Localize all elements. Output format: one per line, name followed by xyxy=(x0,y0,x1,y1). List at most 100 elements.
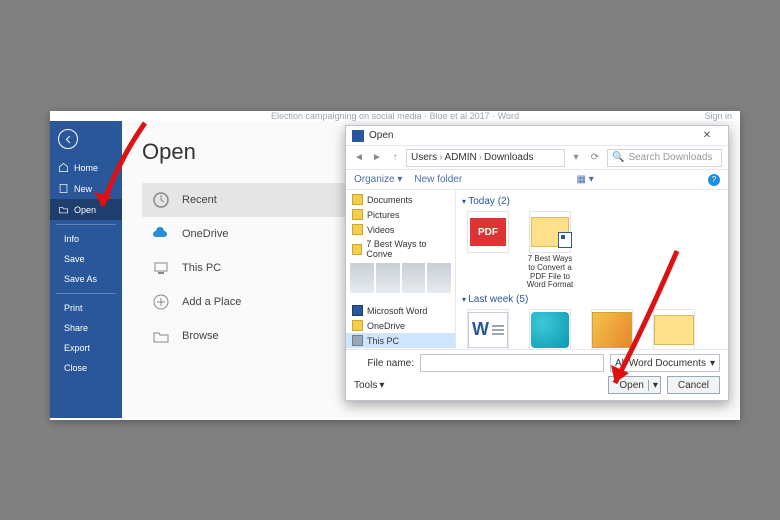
help-button[interactable]: ? xyxy=(708,174,720,186)
filename-label: File name: xyxy=(354,358,414,369)
sidebar-item-save[interactable]: Save xyxy=(50,249,122,269)
view-button[interactable]: ▦ ▾ xyxy=(576,174,593,185)
sidebar-item-export[interactable]: Export xyxy=(50,338,122,358)
tree-item[interactable]: OneDrive xyxy=(346,318,455,333)
breadcrumb-segment[interactable]: Downloads xyxy=(484,152,533,163)
recent-thumbnails xyxy=(350,263,451,293)
tree-item[interactable]: Pictures xyxy=(346,207,455,222)
sidebar-item-share[interactable]: Share xyxy=(50,318,122,338)
sidebar-item-home[interactable]: Home xyxy=(50,157,122,178)
backstage-sidebar: Home New Open InfoSaveSave As PrintShareEx… xyxy=(50,121,122,418)
nav-up-button[interactable]: ↑ xyxy=(388,151,402,165)
open-icon xyxy=(58,204,69,215)
folder-icon xyxy=(352,320,363,331)
home-icon xyxy=(58,162,69,173)
folder-icon xyxy=(352,224,363,235)
sidebar-item-print[interactable]: Print xyxy=(50,298,122,318)
place-label: Browse xyxy=(182,330,219,342)
dialog-bottom: File name: All Word Documents▾ Tools ▾ O… xyxy=(346,349,728,400)
file-item[interactable]: W xyxy=(462,309,514,349)
organize-button[interactable]: Organize ▾ xyxy=(354,174,402,185)
filename-input[interactable] xyxy=(420,354,604,372)
file-item[interactable] xyxy=(648,309,700,349)
close-button[interactable]: ✕ xyxy=(692,130,722,141)
nav-fwd-button[interactable]: ► xyxy=(370,151,384,165)
swirl-icon xyxy=(529,309,571,349)
tree-item[interactable]: 7 Best Ways to Conve xyxy=(346,237,455,261)
title-bar: Election campaigning on social media · B… xyxy=(50,111,740,121)
tree-label: 7 Best Ways to Conve xyxy=(366,239,449,259)
sidebar-item-save-as[interactable]: Save As xyxy=(50,269,122,289)
breadcrumb-separator-icon: › xyxy=(479,152,482,163)
file-item[interactable] xyxy=(524,309,576,349)
tree-label: OneDrive xyxy=(367,321,405,331)
sidebar-divider xyxy=(56,224,116,225)
folder-icon xyxy=(352,244,362,255)
address-bar: ◄ ► ↑ Users›ADMIN›Downloads ▾ ⟳ 🔍 Search… xyxy=(346,146,728,170)
browse-icon xyxy=(152,327,170,345)
search-icon: 🔍 xyxy=(612,152,624,163)
file-group-header[interactable]: Today (2) xyxy=(462,196,722,207)
sidebar-item-open[interactable]: Open xyxy=(50,199,122,220)
add-a-place-icon xyxy=(152,293,170,311)
recent-icon xyxy=(152,191,170,209)
tree-item[interactable]: This PC xyxy=(346,333,455,348)
signin-link[interactable]: Sign in xyxy=(704,111,732,121)
breadcrumb-segment[interactable]: Users xyxy=(411,152,437,163)
window-title: Election campaigning on social media · B… xyxy=(271,111,519,121)
breadcrumb-separator-icon: › xyxy=(439,152,442,163)
tree-item[interactable]: Videos xyxy=(346,222,455,237)
breadcrumb-segment[interactable]: ADMIN xyxy=(444,152,476,163)
breadcrumb-dropdown[interactable]: ▾ xyxy=(569,151,583,165)
open-button[interactable]: Open▾ xyxy=(608,376,661,394)
word-app-icon xyxy=(352,130,364,142)
nav-tree: Documents Pictures Videos 7 Best Ways to Co… xyxy=(346,190,456,349)
search-input[interactable]: 🔍 Search Downloads xyxy=(607,149,722,167)
sidebar-label: Open xyxy=(74,205,96,215)
folder-icon xyxy=(352,194,363,205)
tree-label: Pictures xyxy=(367,210,400,220)
dialog-titlebar: Open ✕ xyxy=(346,126,728,146)
sidebar-divider xyxy=(56,293,116,294)
this-pc-icon xyxy=(152,259,170,277)
dialog-body: Documents Pictures Videos 7 Best Ways to Co… xyxy=(346,190,728,349)
folder-doc-icon xyxy=(529,211,571,253)
refresh-button[interactable]: ⟳ xyxy=(587,151,603,165)
dialog-title: Open xyxy=(369,130,393,141)
drive-icon xyxy=(352,335,363,346)
file-list: Today (2) PDF 7 Best Ways to Convert a PDF… xyxy=(456,190,728,349)
sidebar-item-new[interactable]: New xyxy=(50,178,122,199)
file-grid: PDF 7 Best Ways to Convert a PDF File to … xyxy=(462,211,722,290)
arrow-left-icon xyxy=(63,134,74,145)
new-folder-button[interactable]: New folder xyxy=(414,174,462,185)
tree-label: Videos xyxy=(367,225,394,235)
sidebar-label: New xyxy=(74,184,92,194)
file-grid: W xyxy=(462,309,722,349)
file-type-filter[interactable]: All Word Documents▾ xyxy=(610,354,720,372)
place-label: Recent xyxy=(182,194,217,206)
cancel-button[interactable]: Cancel xyxy=(667,376,720,394)
image-icon xyxy=(591,309,633,349)
back-button[interactable] xyxy=(58,129,78,149)
pdf-icon: PDF xyxy=(467,211,509,253)
place-label: This PC xyxy=(182,262,221,274)
sidebar-item-info[interactable]: Info xyxy=(50,229,122,249)
file-item[interactable]: PDF xyxy=(462,211,514,290)
file-item[interactable]: 7 Best Ways to Convert a PDF File to Wor… xyxy=(524,211,576,290)
file-name: 7 Best Ways to Convert a PDF File to Wor… xyxy=(524,255,576,290)
nav-back-button[interactable]: ◄ xyxy=(352,151,366,165)
place-label: OneDrive xyxy=(182,228,228,240)
tree-item[interactable]: Documents xyxy=(346,192,455,207)
breadcrumb[interactable]: Users›ADMIN›Downloads xyxy=(406,149,565,167)
tools-dropdown[interactable]: Tools ▾ xyxy=(354,380,384,391)
tree-item[interactable]: Microsoft Word xyxy=(346,303,455,318)
file-group-header[interactable]: Last week (5) xyxy=(462,294,722,305)
file-item[interactable] xyxy=(586,309,638,349)
folder-icon xyxy=(352,209,363,220)
worddoc-icon: W xyxy=(467,309,509,349)
search-placeholder: Search Downloads xyxy=(628,152,712,163)
sidebar-item-close[interactable]: Close xyxy=(50,358,122,378)
dialog-toolbar: Organize ▾ New folder ▦ ▾ ? xyxy=(346,170,728,190)
app-icon xyxy=(352,305,363,316)
sidebar-label: Home xyxy=(74,163,98,173)
